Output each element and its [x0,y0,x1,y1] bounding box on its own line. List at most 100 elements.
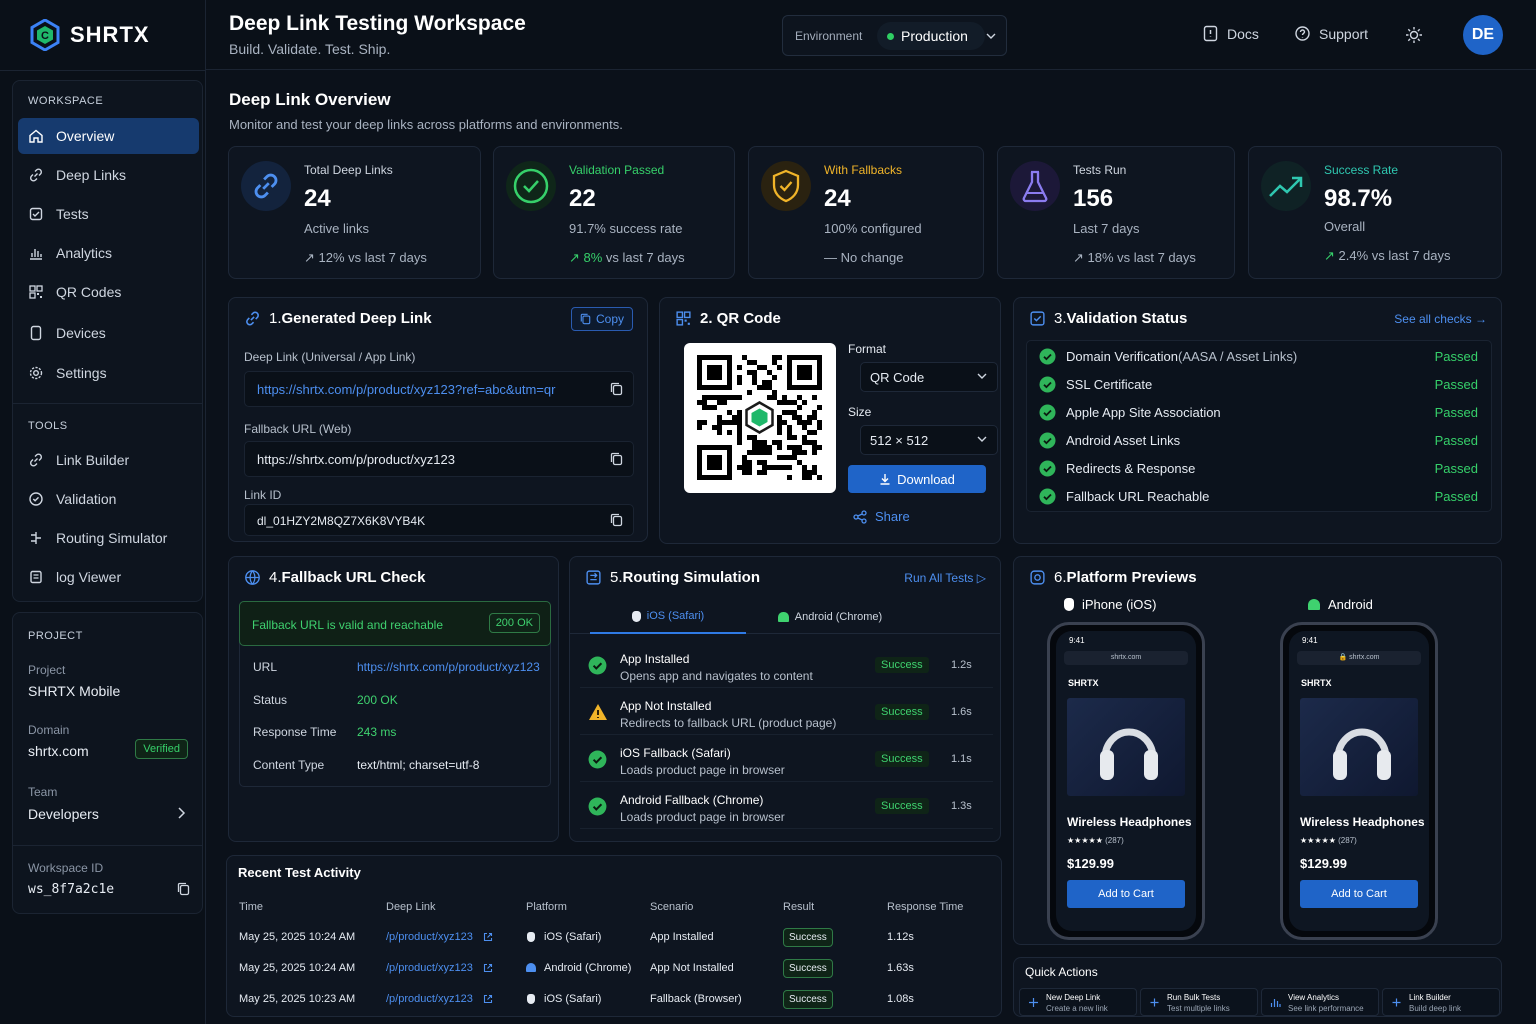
validation-check-row[interactable]: Android Asset Links Passed [1026,426,1492,454]
app-logo[interactable]: C SHRTX [30,18,150,52]
quick-action-4[interactable]: Link Builder Build deep link [1382,988,1500,1016]
sidebar-item-link-builder[interactable]: Link Builder [18,442,199,478]
quick-action-1[interactable]: New Deep Link Create a new link [1019,988,1137,1016]
copy-icon[interactable] [610,513,623,527]
sidebar-item-label: Overview [56,128,115,144]
quick-action-2[interactable]: Run Bulk Tests Test multiple links [1140,988,1258,1016]
external-link-icon[interactable] [483,932,493,942]
qr-code-image [684,343,836,493]
sidebar-item-settings[interactable]: Settings [18,355,199,391]
routing-scenario-row[interactable]: App Installed Opens app and navigates to … [580,643,993,688]
team-value[interactable]: Developers [28,806,99,822]
sidebar-item-tests[interactable]: Tests [18,196,199,232]
environment-value[interactable]: Production [877,22,985,50]
stat-title: Tests Run [1073,163,1127,177]
download-button[interactable]: Download [848,465,986,493]
col-header-deep-link: Deep Link [386,901,436,913]
environment-selector[interactable]: Environment Production [782,15,1007,56]
see-all-checks-link[interactable]: See all checks → [1394,312,1487,326]
headphones-image [1067,698,1185,796]
chevron-down-icon[interactable] [986,32,996,40]
card-title-text: Platform Previews [1066,569,1197,586]
sidebar-item-validation[interactable]: Validation [18,481,199,517]
link-id-field[interactable]: dl_01HZY2M8QZ7X6K8VYB4K [244,504,634,536]
trend-up-icon [1261,161,1311,211]
app-name: SHRTX [70,22,150,47]
stat-card-fallbacks[interactable]: With Fallbacks 24 100% configured — No c… [748,146,984,279]
fallback-url-field[interactable]: https://shrtx.com/p/product/xyz123 [244,441,634,477]
gear-icon [29,366,43,380]
check-circle-icon [29,492,43,506]
stat-card-tests-run[interactable]: Tests Run 156 Last 7 days ↗ 18% vs last … [997,146,1235,279]
table-row[interactable]: May 25, 2025 10:24 AM/p/product/xyz123 An… [227,954,1003,985]
copy-icon[interactable] [610,382,623,396]
validation-check-row[interactable]: Apple App Site Association Passed [1026,398,1492,426]
row-deep-link[interactable]: /p/product/xyz123 [386,993,473,1005]
validation-check-row[interactable]: Fallback URL Reachable Passed [1026,482,1492,510]
quick-action-title: Run Bulk Tests [1167,993,1221,1002]
scenario-description: Loads product page in browser [620,810,785,824]
theme-toggle-sun-icon[interactable] [1405,26,1423,44]
sidebar: C SHRTX WORKSPACE Overview Deep Links Te… [0,0,206,1024]
project-panel: PROJECT Project SHRTX Mobile Domain shrt… [12,612,203,914]
routing-icon [586,570,601,585]
format-label: Format [848,342,887,356]
external-link-icon[interactable] [483,963,493,973]
table-row[interactable]: May 25, 2025 10:24 AM/p/product/xyz123 iO… [227,923,1003,954]
copy-icon[interactable] [610,452,623,466]
card-title: 6.Platform Previews [1029,569,1197,586]
user-avatar[interactable]: DE [1463,15,1503,55]
quick-action-desc: Create a new link [1046,1004,1108,1013]
url-value[interactable]: https://shrtx.com/p/product/xyz123 [357,660,540,674]
stat-card-validation-passed[interactable]: Validation Passed 22 91.7% success rate … [493,146,735,279]
share-button[interactable]: Share [853,509,910,524]
row-scenario: App Installed [650,931,714,943]
routing-scenario-row[interactable]: iOS Fallback (Safari) Loads product page … [580,737,993,782]
quick-action-3[interactable]: View Analytics See link performance [1261,988,1379,1016]
run-all-tests-button[interactable]: Run All Tests ▷ [904,571,986,585]
stat-title: With Fallbacks [824,163,903,177]
validation-check-row[interactable]: Domain Verification (AASA / Asset Links)… [1026,342,1492,370]
chevron-right-icon[interactable] [176,806,186,820]
tab-ios-safari[interactable]: iOS (Safari) [590,600,746,634]
routing-scenario-row[interactable]: App Not Installed Redirects to fallback U… [580,690,993,735]
sidebar-item-routing-simulator[interactable]: Routing Simulator [18,520,199,556]
tab-android-chrome[interactable]: Android (Chrome) [760,600,900,634]
sidebar-item-label: Tests [56,206,89,222]
check-label: Domain Verification [1066,348,1178,364]
external-link-icon[interactable] [483,994,493,1004]
docs-link[interactable]: Docs [1202,25,1259,42]
validation-check-row[interactable]: SSL Certificate Passed [1026,370,1492,398]
scenario-title: iOS Fallback (Safari) [620,746,731,760]
size-select[interactable]: 512 × 512 [860,425,998,455]
sidebar-item-devices[interactable]: Devices [18,315,199,351]
add-to-cart-button[interactable]: Add to Cart [1300,880,1418,908]
stat-value: 98.7% [1324,185,1393,212]
support-link[interactable]: Support [1294,25,1368,42]
recent-test-activity-card: Recent Test Activity Time Deep Link Plat… [226,855,1002,1017]
rating-stars: ★★★★★ [1067,836,1103,845]
copy-icon[interactable] [177,882,190,896]
sidebar-item-log-viewer[interactable]: log Viewer [18,559,199,595]
review-count: (287) [1105,836,1124,845]
sidebar-item-deep-links[interactable]: Deep Links [18,157,199,193]
stat-card-success-rate[interactable]: Success Rate 98.7% Overall ↗ 2.4% vs las… [1248,146,1502,279]
sidebar-item-label: Validation [56,491,117,507]
routing-scenario-row[interactable]: Android Fallback (Chrome) Loads product p… [580,784,993,829]
row-deep-link[interactable]: /p/product/xyz123 [386,931,473,943]
stat-card-total-links[interactable]: Total Deep Links 24 Active links ↗ 12% v… [228,146,481,279]
validation-check-row[interactable]: Redirects & Response Passed [1026,454,1492,482]
sidebar-item-overview[interactable]: Overview [18,118,199,154]
sidebar-item-qr-codes[interactable]: QR Codes [18,274,199,310]
deep-link-field[interactable]: https://shrtx.com/p/product/xyz123?ref=a… [244,371,634,407]
scenario-description: Loads product page in browser [620,763,785,777]
checklist-icon [29,207,43,221]
add-to-cart-button[interactable]: Add to Cart [1067,880,1185,908]
table-row[interactable]: May 25, 2025 10:23 AM/p/product/xyz123 iO… [227,985,1003,1016]
sidebar-item-analytics[interactable]: Analytics [18,235,199,271]
fallback-url-label: Fallback URL (Web) [244,422,352,436]
format-select[interactable]: QR Code [860,362,998,392]
stat-value: 24 [824,185,851,212]
copy-button[interactable]: Copy [570,307,633,331]
row-deep-link[interactable]: /p/product/xyz123 [386,962,473,974]
